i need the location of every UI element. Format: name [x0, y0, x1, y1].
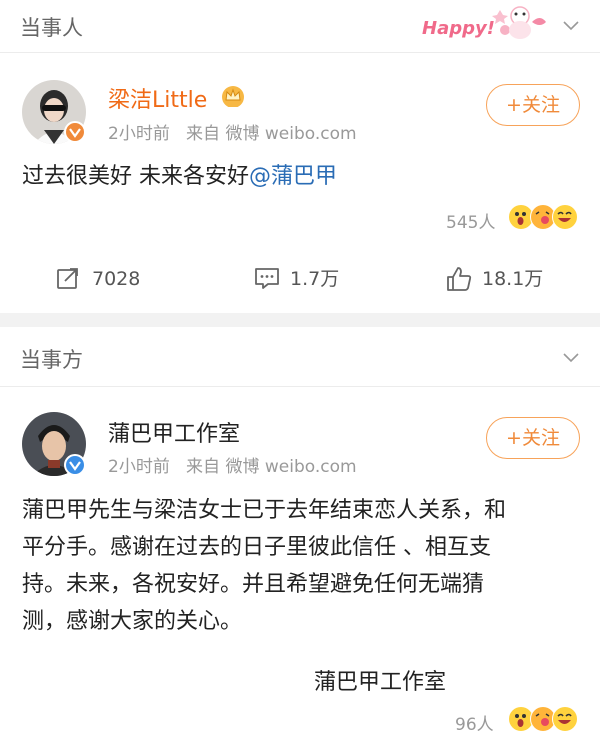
- mention-link[interactable]: @蒲巴甲: [249, 164, 337, 189]
- post-meta: 2小时前 来自 微博 weibo.com: [108, 452, 357, 477]
- post-text: 过去很美好 未来各安好@蒲巴甲: [22, 158, 337, 195]
- chevron-down-icon[interactable]: [562, 16, 580, 34]
- repost-count: 7028: [92, 268, 141, 290]
- post-body: 过去很美好 未来各安好: [22, 164, 249, 189]
- comment-icon: [255, 268, 279, 289]
- reactions-count[interactable]: 545人: [446, 208, 495, 233]
- laugh-emoji-icon: [552, 706, 578, 732]
- post-meta: 2小时前 来自 微博 weibo.com: [108, 119, 357, 144]
- post-text: 蒲巴甲先生与梁洁女士已于去年结束恋人关系，和 平分手。感谢在过去的日子里彼此信任…: [22, 492, 582, 640]
- post-line: 蒲巴甲先生与梁洁女士已于去年结束恋人关系，和: [22, 498, 507, 523]
- laugh-emoji-icon: [552, 204, 578, 230]
- section-header-party: 当事人 Happy!: [0, 0, 600, 52]
- post-time: 2小时前: [108, 124, 170, 144]
- thumbs-up-icon: [447, 267, 472, 291]
- section-title: 当事方: [20, 348, 83, 372]
- reactions-count[interactable]: 96人: [455, 710, 494, 735]
- follow-button[interactable]: +关注: [486, 417, 580, 459]
- share-icon: [57, 268, 78, 289]
- reaction-emojis[interactable]: [508, 706, 578, 734]
- divider: [0, 52, 600, 53]
- crown-icon: [222, 86, 244, 107]
- post-signature: 蒲巴甲工作室: [314, 670, 447, 695]
- chevron-down-icon[interactable]: [562, 348, 580, 366]
- section-gap: [0, 313, 600, 327]
- post-line: 持。未来，各祝安好。并且希望避免任何无端猜: [22, 572, 485, 597]
- post-time: 2小时前: [108, 457, 170, 477]
- user-name[interactable]: 梁洁Little: [108, 82, 207, 114]
- comment-count: 1.7万: [290, 268, 340, 290]
- post-line: 测，感谢大家的关心。: [22, 609, 243, 634]
- like-count: 18.1万: [482, 268, 544, 290]
- post-source: 来自 微博 weibo.com: [186, 124, 357, 144]
- svg-text:Happy!: Happy!: [422, 18, 495, 39]
- divider: [0, 386, 600, 387]
- follow-button[interactable]: +关注: [486, 84, 580, 126]
- post-source: 来自 微博 weibo.com: [186, 457, 357, 477]
- section-title: 当事人: [20, 16, 83, 40]
- happy-sticker: Happy!: [422, 6, 546, 39]
- verified-badge-icon: [64, 454, 86, 476]
- section-header-other-party: 当事方: [0, 327, 600, 379]
- reaction-emojis[interactable]: [508, 204, 578, 232]
- user-name[interactable]: 蒲巴甲工作室: [108, 416, 240, 448]
- verified-badge-icon: [64, 121, 86, 143]
- post-line: 平分手。感谢在过去的日子里彼此信任 、相互支: [22, 535, 491, 560]
